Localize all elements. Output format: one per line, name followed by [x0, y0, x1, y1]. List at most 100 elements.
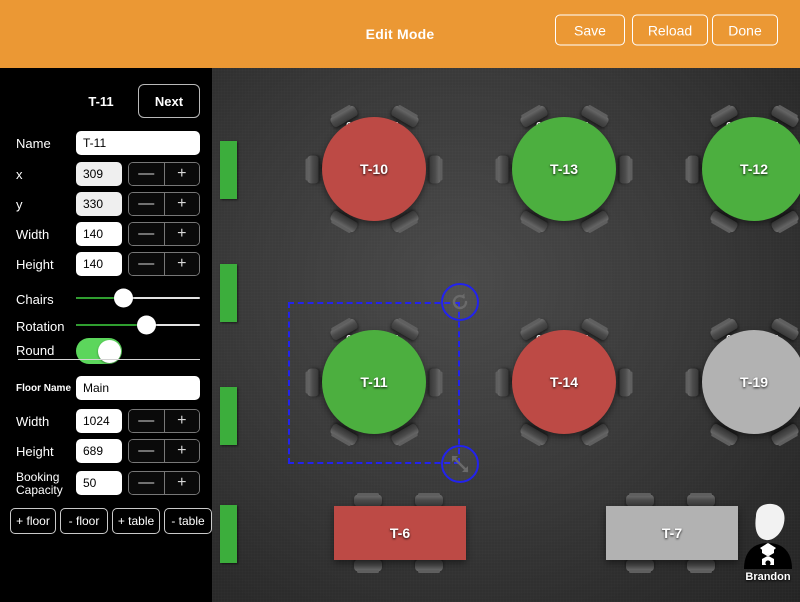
chair[interactable] [497, 155, 509, 183]
stepper-height: — + [128, 252, 200, 276]
slider-knob[interactable] [113, 288, 133, 308]
chair[interactable] [354, 493, 383, 506]
floor-edge-marker-3[interactable] [220, 387, 237, 445]
done-button[interactable]: Done [712, 14, 778, 46]
reload-button[interactable]: Reload [632, 14, 708, 46]
table-input-name[interactable] [76, 131, 200, 155]
slider-rotation[interactable] [76, 314, 200, 336]
chair[interactable] [415, 493, 444, 506]
table-t-10[interactable]: 123456T-10 [307, 104, 441, 234]
floor-edge-marker-4[interactable] [220, 505, 237, 563]
slider-fill [76, 324, 147, 326]
round-toggle[interactable] [76, 338, 122, 364]
stepper-y: — + [128, 192, 200, 216]
floor-edge-marker-2[interactable] [220, 264, 237, 322]
stepper-width: — + [128, 222, 200, 246]
plus-button[interactable]: + [164, 253, 199, 275]
plus-button[interactable]: + [164, 163, 199, 185]
plus-button[interactable]: + [164, 193, 199, 215]
chair[interactable] [619, 368, 631, 396]
chair[interactable] [307, 155, 319, 183]
minus-button[interactable]: — [129, 223, 165, 245]
table-surface[interactable] [334, 506, 466, 560]
stepper-height: — + [128, 439, 200, 463]
table-input-x[interactable] [76, 162, 122, 186]
sidebar-divider [18, 359, 200, 360]
plus-button[interactable]: + [164, 410, 199, 432]
minus-button[interactable]: — [129, 472, 165, 494]
minus-button[interactable]: — [129, 440, 165, 462]
app-root: Edit Mode Save Reload Done T-11 Next Nam… [0, 0, 800, 602]
field-label: Height [16, 444, 54, 460]
floor-row-floor-name: Floor Name [0, 376, 212, 402]
table-surface[interactable] [702, 117, 800, 221]
action-button-floor-remove[interactable]: - floor [60, 508, 108, 534]
floor-area[interactable]: 123456T-10123456T-13123456T-12123456T-11… [220, 68, 800, 588]
stepper-x: — + [128, 162, 200, 186]
action-button-table-remove[interactable]: - table [164, 508, 212, 534]
table-row-height: Height —+ [0, 252, 212, 278]
chair[interactable] [415, 560, 444, 571]
chair[interactable] [497, 368, 509, 396]
table-row-x: x —+ [0, 162, 212, 188]
table-input-height[interactable] [76, 252, 122, 276]
sidebar-action-buttons: + floor - floor + table - table [0, 508, 212, 534]
selection-rectangle[interactable] [288, 302, 460, 464]
plus-button[interactable]: + [164, 223, 199, 245]
table-t-14[interactable]: 123456T-14 [497, 317, 631, 447]
slider-label: Chairs [16, 292, 54, 308]
minus-button[interactable]: — [129, 193, 165, 215]
table-surface[interactable] [606, 506, 738, 560]
resize-handle-icon[interactable] [441, 445, 479, 483]
save-button[interactable]: Save [555, 14, 625, 46]
stepper-width: — + [128, 409, 200, 433]
table-input-y[interactable] [76, 192, 122, 216]
floor-row-booking-capacity: BookingCapacity —+ [0, 471, 212, 497]
table-t-7[interactable]: 1234T-7 [606, 493, 738, 571]
slider-chairs[interactable] [76, 287, 200, 309]
table-t-13[interactable]: 123456T-13 [497, 104, 631, 234]
chair[interactable] [429, 155, 441, 183]
waiter-icon [744, 503, 792, 569]
field-label: x [16, 167, 23, 183]
action-button-floor-add[interactable]: + floor [10, 508, 56, 534]
table-surface[interactable] [512, 330, 616, 434]
chair[interactable] [687, 368, 699, 396]
chair[interactable] [354, 560, 383, 571]
floor-input-booking-capacity[interactable] [76, 471, 122, 495]
table-surface[interactable] [512, 117, 616, 221]
plus-button[interactable]: + [164, 472, 199, 494]
slider-label: Rotation [16, 319, 65, 335]
table-t-19[interactable]: 123456T-19 [687, 317, 800, 447]
floor-input-height[interactable] [76, 439, 122, 463]
table-surface[interactable] [702, 330, 800, 434]
field-label: y [16, 197, 23, 213]
table-t-12[interactable]: 123456T-12 [687, 104, 800, 234]
chair[interactable] [626, 493, 655, 506]
chair[interactable] [687, 493, 716, 506]
chair[interactable] [687, 560, 716, 571]
minus-button[interactable]: — [129, 163, 165, 185]
chair[interactable] [626, 560, 655, 571]
chair[interactable] [619, 155, 631, 183]
staff-avatar[interactable]: Brandon [736, 503, 800, 583]
floor-input-floor-name[interactable] [76, 376, 200, 400]
floor-plan-canvas[interactable]: 123456T-10123456T-13123456T-12123456T-11… [212, 68, 800, 602]
minus-button[interactable]: — [129, 410, 165, 432]
chair[interactable] [687, 155, 699, 183]
table-t-6[interactable]: 1234T-6 [334, 493, 466, 571]
rotate-handle-icon[interactable] [441, 283, 479, 321]
minus-button[interactable]: — [129, 253, 165, 275]
table-input-width[interactable] [76, 222, 122, 246]
field-label: Height [16, 257, 54, 273]
next-button[interactable]: Next [138, 84, 200, 118]
field-label: Width [16, 227, 50, 243]
floor-row-height: Height —+ [0, 439, 212, 465]
selected-table-name: T-11 [88, 93, 114, 109]
action-button-table-add[interactable]: + table [112, 508, 160, 534]
floor-edge-marker-1[interactable] [220, 141, 237, 199]
table-surface[interactable] [322, 117, 426, 221]
slider-knob[interactable] [137, 315, 157, 335]
plus-button[interactable]: + [164, 440, 199, 462]
floor-input-width[interactable] [76, 409, 122, 433]
